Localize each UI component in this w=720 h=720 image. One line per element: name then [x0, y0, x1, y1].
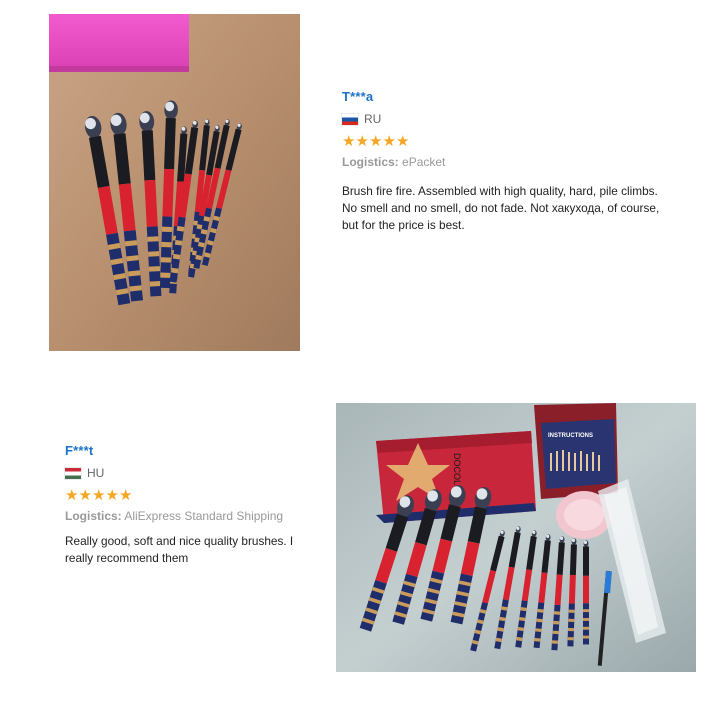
rating-stars: ★ ★ ★ ★ ★ [342, 134, 672, 149]
star-icon: ★ [65, 487, 79, 504]
star-icon: ★ [355, 133, 369, 150]
brush-set-box-photo: DOCOLOR INSTRUCTIONS [336, 403, 696, 672]
star-icon: ★ [342, 133, 356, 150]
star-icon: ★ [369, 133, 383, 150]
star-icon: ★ [92, 487, 106, 504]
review-photo-2[interactable]: DOCOLOR INSTRUCTIONS [336, 403, 696, 672]
reviewer-name[interactable]: T***a [342, 89, 672, 104]
reviewer-name[interactable]: F***t [65, 443, 315, 458]
brush-illustration [583, 540, 589, 645]
star-icon: ★ [119, 487, 133, 504]
reviewer-country: RU [342, 112, 672, 126]
review-card-1: T***a RU ★ ★ ★ ★ ★ Logistics: ePacket Brush … [342, 89, 672, 234]
logistics-value: AliExpress Standard Shipping [124, 509, 284, 523]
logistics-label: Logistics: [342, 155, 399, 169]
brush-set-photo [49, 14, 300, 351]
logistics-info: Logistics: AliExpress Standard Shipping [65, 509, 315, 523]
star-icon: ★ [396, 133, 410, 150]
review-text: Brush fire fire. Assembled with high qua… [342, 184, 660, 232]
hungary-flag-icon [65, 467, 81, 479]
star-icon: ★ [382, 133, 396, 150]
country-code: HU [87, 466, 105, 480]
star-icon: ★ [78, 487, 92, 504]
country-code: RU [364, 112, 382, 126]
logistics-value: ePacket [402, 155, 446, 169]
review-text: Really good, soft and nice quality brush… [65, 534, 294, 565]
review-photo-1[interactable] [49, 14, 300, 351]
rating-stars: ★ ★ ★ ★ ★ [65, 488, 315, 503]
instructions-title: INSTRUCTIONS [548, 433, 593, 439]
logistics-label: Logistics: [65, 509, 122, 523]
star-icon: ★ [105, 487, 119, 504]
russia-flag-icon [342, 113, 358, 125]
reviewer-country: HU [65, 466, 315, 480]
review-card-2: F***t HU ★ ★ ★ ★ ★ Logistics: AliExpress Sta… [65, 443, 315, 567]
logistics-info: Logistics: ePacket [342, 155, 672, 169]
